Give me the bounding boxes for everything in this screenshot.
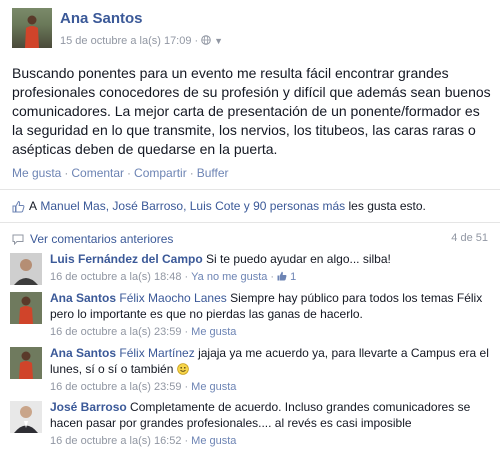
post-meta: 15 de octubre a la(s) 17:09 · ▼ — [60, 35, 223, 47]
mentioned-user[interactable]: Félix Maocho Lanes — [119, 291, 226, 305]
comment-like-button[interactable]: Me gusta — [191, 435, 236, 447]
meta-separator: · — [194, 35, 199, 47]
comment-text: jajaja ya me acuerdo ya, para llevarte a… — [50, 346, 489, 376]
actions-separator: · — [64, 166, 69, 180]
comment-button[interactable]: Comentar — [71, 166, 124, 180]
comment-author[interactable]: Ana Santos — [50, 346, 116, 360]
actions-separator: · — [127, 166, 132, 180]
post-timestamp[interactable]: 15 de octubre a la(s) 17:09 — [60, 35, 191, 47]
comment-like-button[interactable]: Me gusta — [191, 326, 236, 338]
author-avatar[interactable] — [12, 8, 52, 48]
share-button[interactable]: Compartir — [134, 166, 187, 180]
comment-timestamp[interactable]: 16 de octubre a la(s) 16:52 — [50, 435, 181, 447]
comment-bubble-icon — [12, 234, 24, 245]
comment-author[interactable]: Ana Santos — [50, 291, 116, 305]
comment-meta: 16 de octubre a la(s) 23:59 · Me gusta — [50, 324, 490, 340]
mentioned-user[interactable]: Félix Martínez — [119, 346, 194, 360]
likes-summary: A Manuel Mas, José Barroso, Luis Cote y … — [12, 199, 426, 213]
comment-body: Ana Santos Félix Maocho Lanes Siempre ha… — [50, 290, 490, 340]
comment-author[interactable]: José Barroso — [50, 400, 127, 414]
unlike-button[interactable]: Ya no me gusta — [191, 271, 267, 283]
comment-author[interactable]: Luis Fernández del Campo — [50, 252, 203, 266]
view-previous-comments[interactable]: Ver comentarios anteriores — [12, 232, 173, 246]
comment-avatar[interactable] — [10, 347, 42, 379]
comment-meta: 16 de octubre a la(s) 16:52 · Me gusta — [50, 433, 490, 449]
meta-separator: · — [270, 271, 275, 283]
likes-names-link[interactable]: Manuel Mas, José Barroso, Luis Cote y 90… — [40, 199, 345, 213]
likes-prefix: A — [29, 199, 38, 213]
chevron-down-icon[interactable]: ▼ — [214, 36, 223, 46]
person-avatar-icon — [10, 347, 42, 379]
divider — [0, 222, 500, 223]
comment-avatar[interactable] — [10, 401, 42, 433]
comment-body: Ana Santos Félix Martínez jajaja ya me a… — [50, 345, 490, 395]
comment-meta: 16 de octubre a la(s) 23:59 · Me gusta — [50, 379, 490, 395]
post-text: Buscando ponentes para un evento me resu… — [12, 65, 491, 157]
person-avatar-icon — [10, 401, 42, 433]
view-previous-label[interactable]: Ver comentarios anteriores — [30, 232, 173, 246]
comment-avatar[interactable] — [10, 253, 42, 285]
facebook-post: Ana Santos 15 de octubre a la(s) 17:09 · … — [0, 0, 500, 450]
comment-body: Luis Fernández del Campo Si te puedo ayu… — [50, 251, 490, 285]
comment-text: Si te puedo ayudar en algo... silba! — [206, 252, 391, 266]
meta-separator: · — [184, 271, 189, 283]
meta-separator: · — [184, 435, 189, 447]
buffer-button[interactable]: Buffer — [197, 166, 229, 180]
meta-separator: · — [184, 381, 189, 393]
post-actions: Me gusta · Comentar · Compartir · Buffer — [12, 166, 229, 180]
meta-separator: · — [184, 326, 189, 338]
globe-icon[interactable] — [201, 35, 211, 45]
like-button[interactable]: Me gusta — [12, 166, 61, 180]
thumbs-up-icon — [12, 200, 25, 212]
person-avatar-icon — [10, 253, 42, 285]
comment-timestamp[interactable]: 16 de octubre a la(s) 23:59 — [50, 381, 181, 393]
comment-timestamp[interactable]: 16 de octubre a la(s) 23:59 — [50, 326, 181, 338]
comment-like-button[interactable]: Me gusta — [191, 381, 236, 393]
actions-separator: · — [189, 166, 194, 180]
comment-like-count[interactable]: 1 — [290, 271, 296, 283]
comment-meta: 16 de octubre a la(s) 18:48 · Ya no me gus… — [50, 269, 490, 285]
thumbs-up-icon — [277, 271, 287, 281]
person-avatar-icon — [10, 292, 42, 324]
comment-timestamp[interactable]: 16 de octubre a la(s) 18:48 — [50, 271, 181, 283]
post-author[interactable]: Ana Santos — [60, 10, 143, 27]
divider — [0, 189, 500, 190]
smiley-emoticon-icon — [176, 363, 189, 375]
person-silhouette-icon — [25, 15, 39, 48]
comment-avatar[interactable] — [10, 292, 42, 324]
comment-count: 4 de 51 — [451, 232, 488, 244]
likes-suffix: les gusta esto. — [348, 199, 426, 213]
comment-body: José Barroso Completamente de acuerdo. I… — [50, 399, 490, 449]
